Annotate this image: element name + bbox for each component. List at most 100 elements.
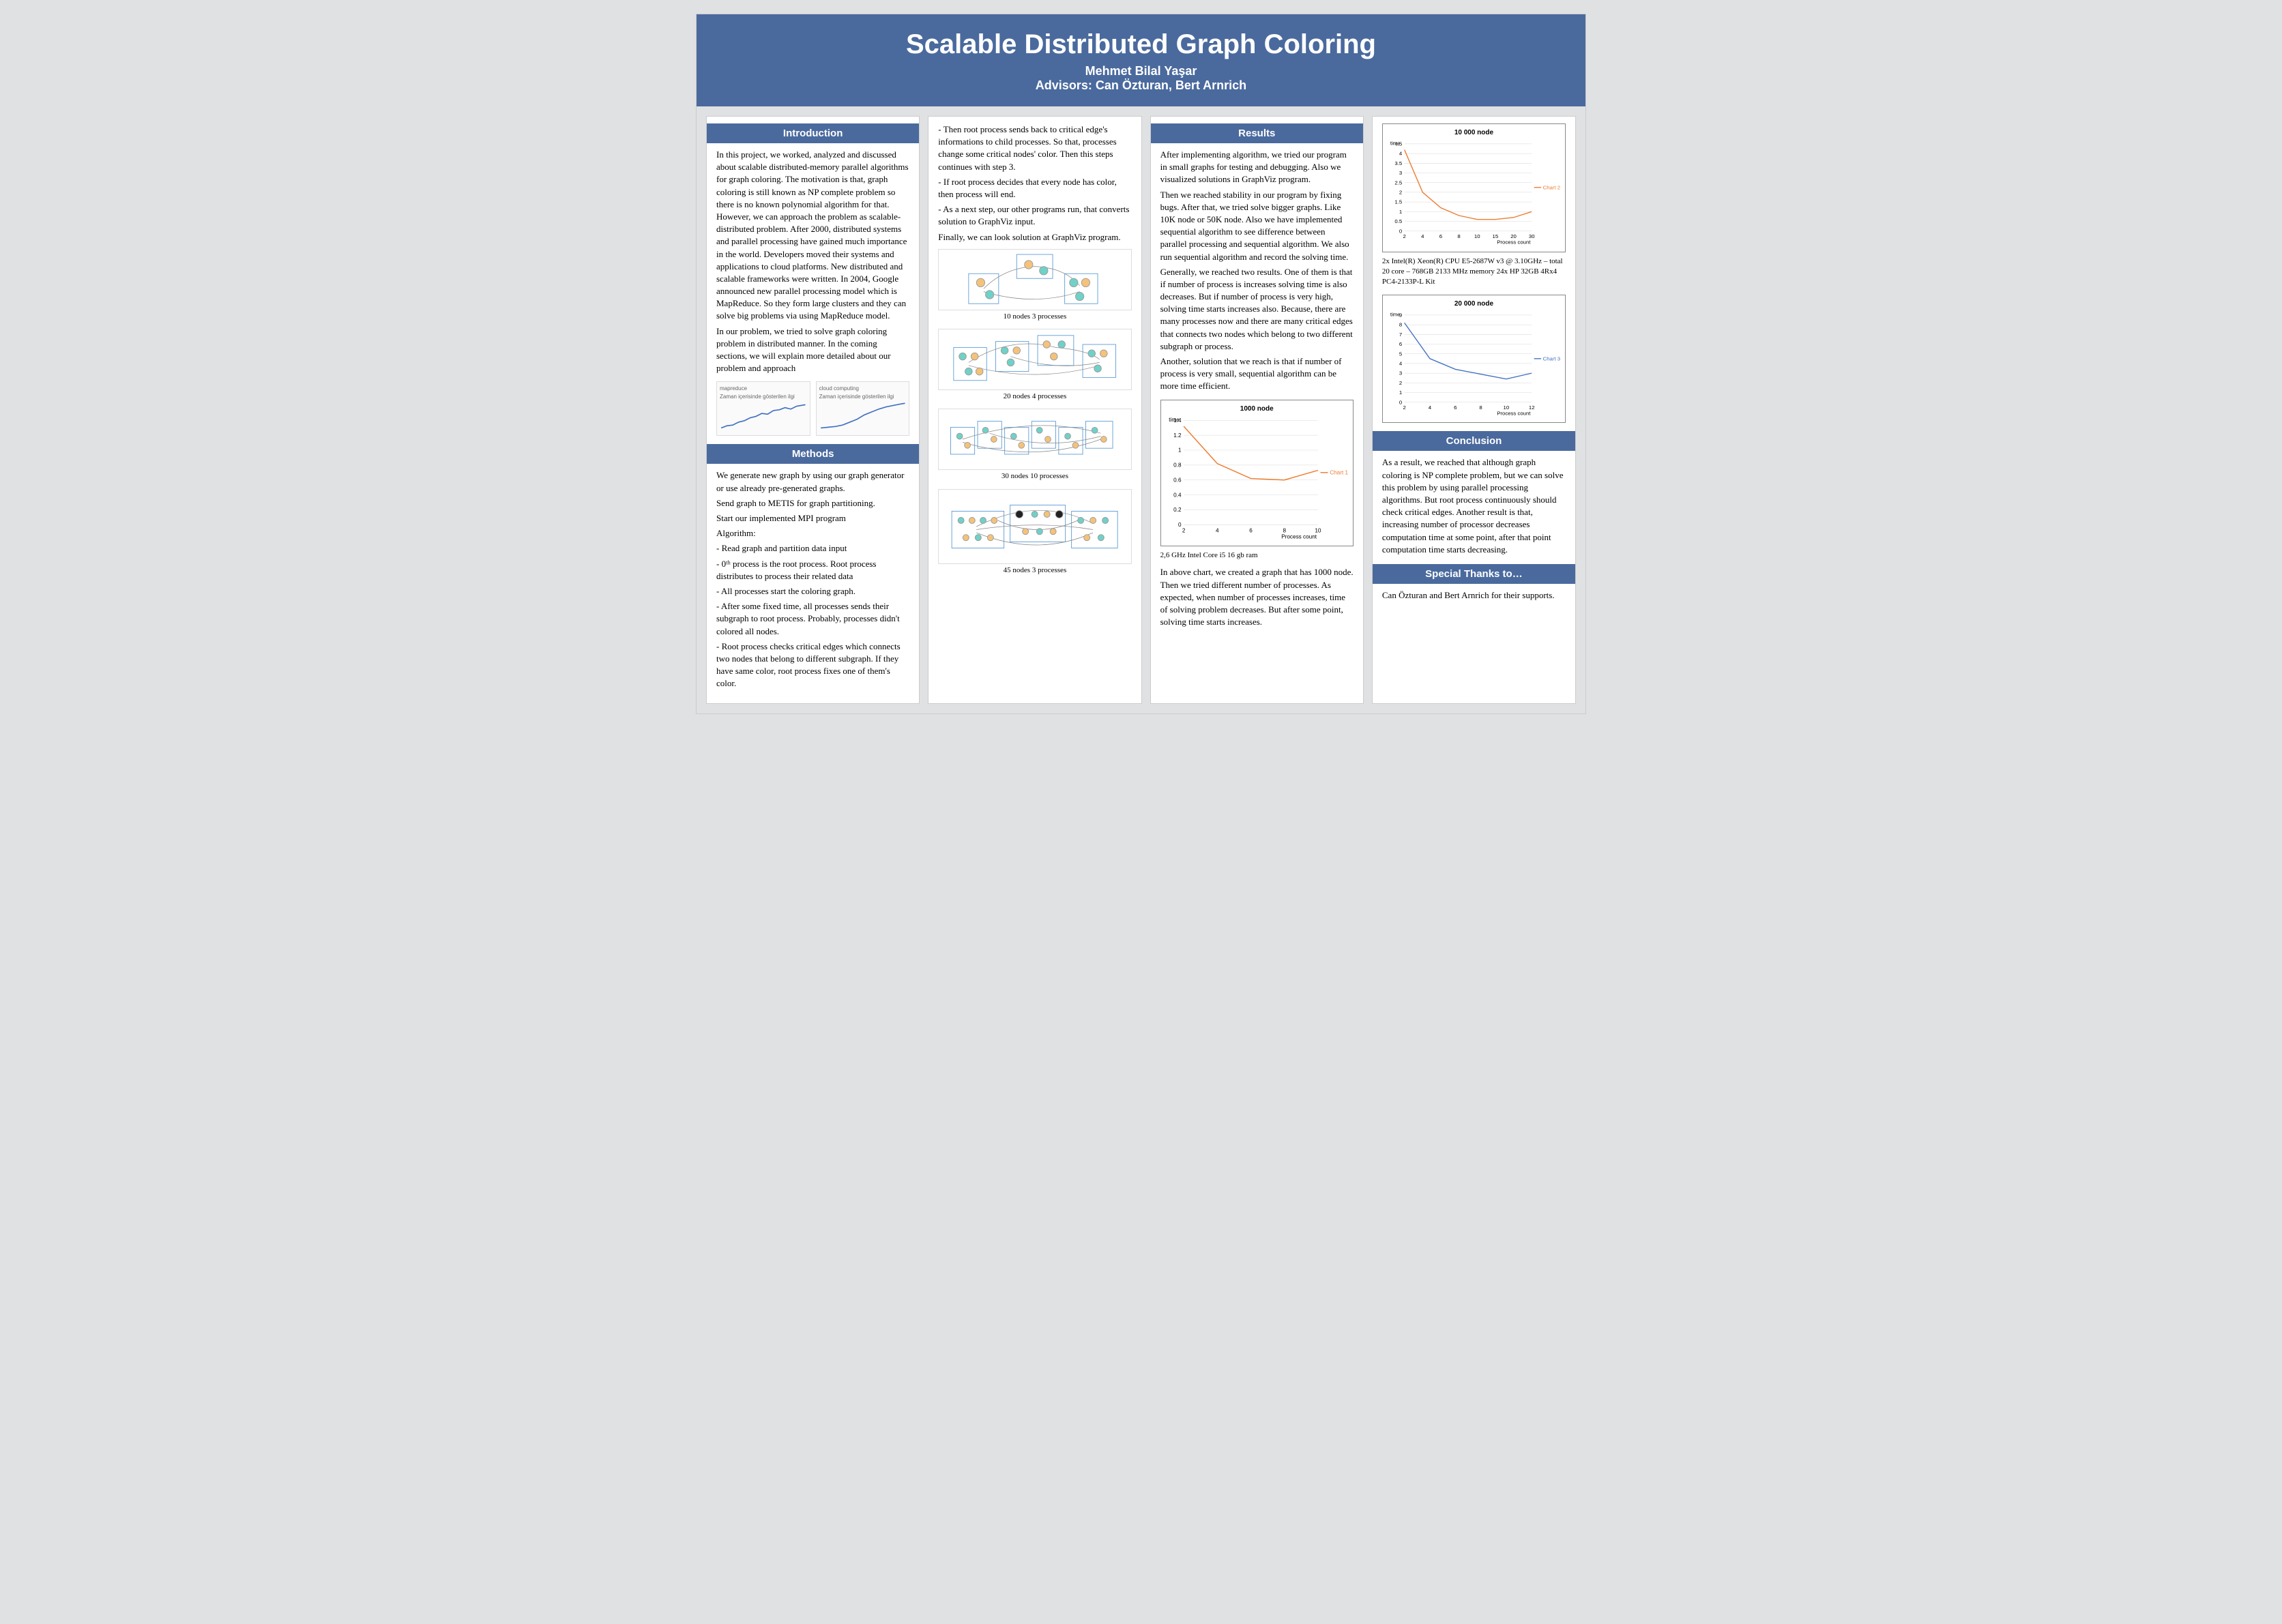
section-methods: Methods [707,444,919,464]
section-thanks: Special Thanks to… [1373,564,1575,584]
cap-10n: 10 nodes 3 processes [938,312,1131,322]
svg-text:15: 15 [1492,233,1498,239]
svg-text:3: 3 [1399,370,1402,377]
results-p4: Another, solution that we reach is that … [1160,355,1354,393]
column-2: - Then root process sends back to critic… [928,116,1141,704]
graphviz-20n [938,329,1131,390]
section-results: Results [1151,123,1363,143]
svg-text:6: 6 [1399,341,1402,347]
chart-20000node: 20 000 node 012345678924681012timeProces… [1382,295,1566,424]
poster-header: Scalable Distributed Graph Coloring Mehm… [697,14,1585,106]
svg-text:6: 6 [1454,404,1457,411]
trend-mapreduce: mapreduce Zaman içerisinde gösterilen il… [716,381,810,436]
results-p2: Then we reached stability in our program… [1160,189,1354,263]
svg-text:1: 1 [1399,389,1402,396]
section-conclusion: Conclusion [1373,431,1575,451]
svg-text:0.8: 0.8 [1173,462,1182,468]
svg-text:0: 0 [1399,228,1403,234]
results-p1: After implementing algorithm, we tried o… [1160,149,1354,186]
col2-p2: - If root process decides that every nod… [938,176,1131,201]
results-p3: Generally, we reached two results. One o… [1160,266,1354,353]
graphviz-10n [938,249,1131,310]
cap-30n: 30 nodes 10 processes [938,471,1131,482]
cap-20n: 20 nodes 4 processes [938,392,1131,402]
svg-text:0.2: 0.2 [1173,507,1182,513]
svg-text:Chart 1: Chart 1 [1330,469,1348,475]
spec-xeon: 2x Intel(R) Xeon(R) CPU E5-2687W v3 @ 3.… [1382,256,1566,288]
svg-text:0: 0 [1399,399,1403,405]
svg-text:6: 6 [1439,233,1442,239]
trend-charts: mapreduce Zaman içerisinde gösterilen il… [716,381,909,436]
poster: Scalable Distributed Graph Coloring Mehm… [696,14,1586,714]
svg-text:8: 8 [1399,322,1402,328]
graphviz-30n [938,409,1131,470]
svg-text:2: 2 [1399,380,1402,386]
svg-text:8: 8 [1457,233,1460,239]
svg-text:1.5: 1.5 [1394,199,1402,205]
svg-text:1: 1 [1178,447,1182,453]
svg-text:30: 30 [1529,233,1535,239]
svg-text:0: 0 [1178,522,1182,528]
intro-p1: In this project, we worked, analyzed and… [716,149,909,323]
methods-b3: - All processes start the coloring graph… [716,585,909,597]
svg-text:10: 10 [1474,233,1480,239]
methods-b2: - 0ᵗʰ process is the root process. Root … [716,558,909,582]
poster-advisors: Advisors: Can Özturan, Bert Arnrich [703,78,1579,93]
svg-text:2: 2 [1399,190,1402,196]
svg-text:4: 4 [1399,151,1403,157]
svg-text:3.5: 3.5 [1394,160,1402,166]
svg-text:6: 6 [1249,527,1253,533]
svg-text:0.6: 0.6 [1173,477,1182,483]
svg-text:Chart 2: Chart 2 [1542,184,1560,190]
methods-b4: - After some fixed time, all processes s… [716,600,909,638]
svg-text:8: 8 [1479,404,1482,411]
svg-text:10: 10 [1315,527,1321,533]
columns: Introduction In this project, we worked,… [697,106,1585,713]
svg-text:10: 10 [1503,404,1509,411]
methods-b1: - Read graph and partition data input [716,542,909,555]
chart-1000node: 1000 node 00.20.40.60.811.21.4246810time… [1160,400,1354,546]
svg-text:4: 4 [1421,233,1424,239]
graphviz-45n [938,489,1131,564]
svg-text:1.2: 1.2 [1173,432,1182,438]
cap-45n: 45 nodes 3 processes [938,565,1131,576]
methods-b5: - Root process checks critical edges whi… [716,640,909,690]
results-note1: In above chart, we created a graph that … [1160,566,1354,628]
chart-10000node: 10 000 node 00.511.522.533.544.524681015… [1382,123,1566,252]
svg-text:Process count: Process count [1497,411,1531,417]
svg-text:Process count: Process count [1281,533,1317,540]
section-introduction: Introduction [707,123,919,143]
svg-text:20: 20 [1510,233,1517,239]
svg-text:2: 2 [1403,404,1405,411]
col2-p3: - As a next step, our other programs run… [938,203,1131,228]
methods-p2: Send graph to METIS for graph partitioni… [716,497,909,510]
column-3: Results After implementing algorithm, we… [1150,116,1364,704]
spec-i5: 2,6 GHz Intel Core i5 16 gb ram [1160,550,1354,561]
svg-text:0.5: 0.5 [1394,218,1402,224]
intro-p2: In our problem, we tried to solve graph … [716,325,909,375]
col2-p1: - Then root process sends back to critic… [938,123,1131,173]
svg-text:time: time [1390,311,1401,317]
svg-text:5: 5 [1399,351,1402,357]
svg-text:time: time [1169,417,1180,423]
svg-text:8: 8 [1283,527,1286,533]
svg-text:4: 4 [1216,527,1219,533]
svg-text:12: 12 [1529,404,1535,411]
svg-text:0.4: 0.4 [1173,492,1182,498]
svg-text:7: 7 [1399,331,1402,338]
svg-text:3: 3 [1399,170,1402,176]
svg-text:Process count: Process count [1497,239,1531,246]
svg-text:2: 2 [1182,527,1185,533]
poster-title: Scalable Distributed Graph Coloring [703,29,1579,60]
col2-p4: Finally, we can look solution at GraphVi… [938,231,1131,243]
svg-text:1: 1 [1399,209,1402,215]
svg-text:4: 4 [1399,360,1403,366]
svg-text:2.5: 2.5 [1394,179,1402,186]
svg-text:4: 4 [1429,404,1432,411]
conclusion-p1: As a result, we reached that although gr… [1382,456,1566,556]
methods-p1: We generate new graph by using our graph… [716,469,909,494]
column-4: 10 000 node 00.511.522.533.544.524681015… [1372,116,1576,704]
svg-text:Chart 3: Chart 3 [1542,355,1560,361]
svg-text:2: 2 [1403,233,1405,239]
thanks-p1: Can Özturan and Bert Arnrich for their s… [1382,589,1566,602]
